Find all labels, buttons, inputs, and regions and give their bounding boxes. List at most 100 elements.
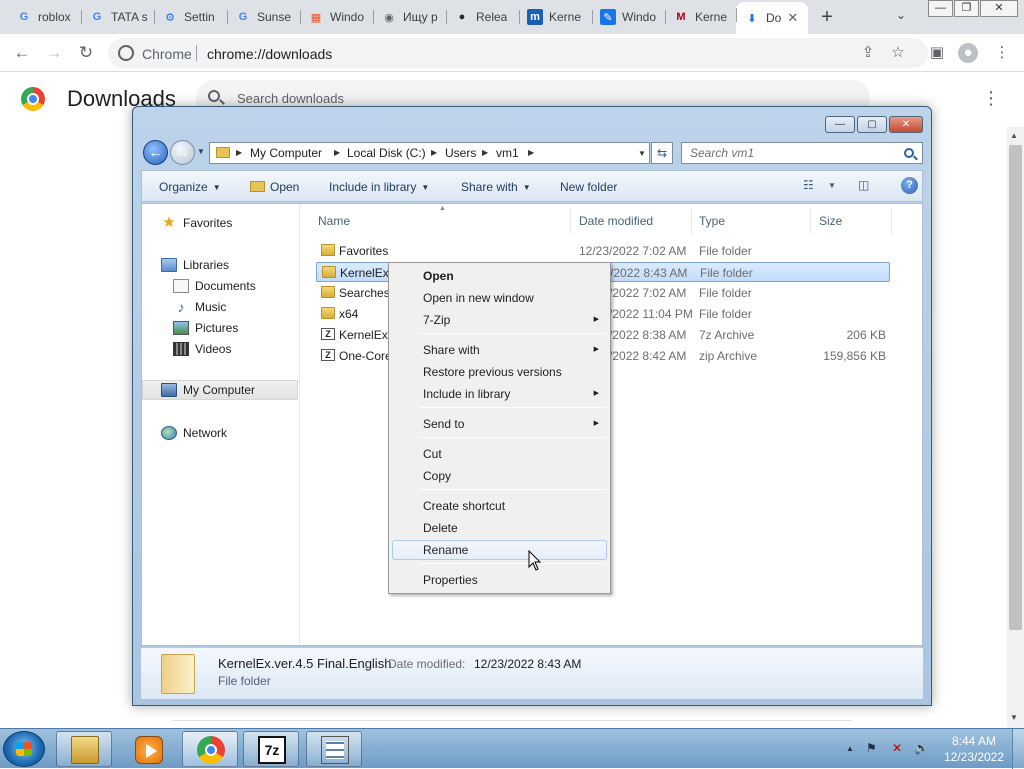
breadcrumb-chevron-icon[interactable]: ▶ (482, 148, 488, 157)
clock-time[interactable]: 8:44 AM (948, 734, 1000, 748)
tab-search-ru[interactable]: ◉ Ищу р (373, 4, 446, 30)
nav-my-computer[interactable]: My Computer (142, 380, 298, 400)
taskbar-media-player[interactable] (120, 731, 176, 767)
menu-item-open-new-window[interactable]: Open in new window (392, 288, 607, 308)
open-button[interactable]: Open (250, 180, 299, 194)
menu-item-copy[interactable]: Copy (392, 466, 607, 486)
column-divider[interactable] (691, 208, 692, 234)
show-desktop-button[interactable] (1012, 729, 1024, 769)
menu-item-send-to[interactable]: Send to ▶ (392, 414, 607, 434)
breadcrumb-chevron-icon[interactable]: ▶ (236, 148, 242, 157)
close-tab-icon[interactable]: ✕ (787, 10, 798, 26)
network-disconnected-icon[interactable]: ✕ (892, 741, 902, 755)
help-icon[interactable]: ? (901, 177, 918, 194)
tab-search-chevron-icon[interactable]: ⌄ (896, 8, 906, 22)
profile-avatar-icon[interactable]: ● (958, 43, 978, 63)
menu-item-create-shortcut[interactable]: Create shortcut (392, 496, 607, 516)
tab-sunset[interactable]: G Sunse (227, 4, 300, 30)
menu-item-include-in-library[interactable]: Include in library ▶ (392, 384, 607, 404)
new-folder-button[interactable]: New folder (560, 180, 617, 194)
share-with-button[interactable]: Share with ▼ (461, 180, 531, 194)
file-row[interactable]: Favorites 12/23/2022 7:02 AM File folder (316, 241, 890, 261)
menu-item-share-with[interactable]: Share with ▶ (392, 340, 607, 360)
preview-pane-icon[interactable]: ◫ (858, 178, 869, 192)
menu-item-restore-previous-versions[interactable]: Restore previous versions (392, 362, 607, 382)
column-header-type[interactable]: Type (699, 214, 725, 228)
tab-windows[interactable]: ▦ Windo (300, 4, 373, 30)
breadcrumb-local-disk[interactable]: Local Disk (C:) (347, 146, 426, 160)
address-history-chevron-icon[interactable]: ▼ (638, 149, 646, 158)
maximize-button[interactable]: ❐ (954, 0, 979, 17)
nav-network[interactable]: Network (161, 423, 227, 443)
scroll-down-icon[interactable]: ▼ (1010, 713, 1018, 722)
tab-roblox[interactable]: G roblox (8, 4, 81, 30)
refresh-icon[interactable]: ⇆ (651, 142, 673, 164)
explorer-address-bar[interactable]: ▶ My Computer ▶ Local Disk (C:) ▶ Users … (209, 142, 650, 164)
column-header-date[interactable]: Date modified (579, 214, 653, 228)
taskbar-notepad[interactable] (306, 731, 362, 767)
scrollbar-thumb[interactable] (1009, 145, 1022, 630)
menu-item-properties[interactable]: Properties (392, 570, 607, 590)
new-tab-button[interactable]: + (817, 7, 837, 27)
organize-button[interactable]: Organize ▼ (159, 180, 221, 194)
nav-favorites[interactable]: ★ Favorites (161, 213, 232, 233)
tab-kernel-1[interactable]: m Kerne (519, 4, 592, 30)
scroll-up-icon[interactable]: ▲ (1010, 131, 1018, 140)
address-url[interactable]: chrome://downloads (207, 46, 332, 62)
explorer-close-button[interactable]: ✕ (889, 116, 923, 133)
back-arrow-icon[interactable]: ← (143, 140, 168, 165)
menu-item-delete[interactable]: Delete (392, 518, 607, 538)
tab-settings[interactable]: ⚙ Settin (154, 4, 227, 30)
menu-item-7zip[interactable]: 7-Zip ▶ (392, 310, 607, 330)
minimize-button[interactable]: — (928, 0, 953, 17)
explorer-maximize-button[interactable]: ▢ (857, 116, 887, 133)
menu-item-cut[interactable]: Cut (392, 444, 607, 464)
show-hidden-icons-icon[interactable]: ▲ (846, 744, 854, 753)
more-actions-icon[interactable]: ⋮ (982, 89, 1000, 107)
include-in-library-button[interactable]: Include in library ▼ (329, 180, 429, 194)
tab-kernel-2[interactable]: M Kerne (665, 4, 738, 30)
share-icon[interactable]: ⇪ (858, 43, 878, 63)
taskbar-explorer[interactable] (56, 731, 112, 767)
action-center-flag-icon[interactable]: ⚑ (866, 741, 877, 755)
column-divider[interactable] (570, 208, 571, 234)
nav-music[interactable]: ♪ Music (173, 297, 227, 317)
back-button[interactable]: ← (11, 42, 33, 64)
taskbar-chrome[interactable] (182, 731, 238, 767)
column-header-size[interactable]: Size (819, 214, 842, 228)
tab-tata[interactable]: G TATA s (81, 4, 154, 30)
breadcrumb-chevron-icon[interactable]: ▶ (334, 148, 340, 157)
column-divider[interactable] (891, 208, 892, 234)
tab-windows-2[interactable]: ✎ Windo (592, 4, 665, 30)
column-divider[interactable] (810, 208, 811, 234)
nav-documents[interactable]: Documents (173, 276, 256, 296)
change-view-icon[interactable]: ☷ (803, 178, 814, 192)
tab-downloads[interactable]: ⬇ Do ✕ (736, 2, 808, 34)
forward-arrow-icon[interactable]: → (170, 140, 195, 165)
chrome-menu-icon[interactable]: ⋮ (992, 43, 1012, 63)
nav-videos[interactable]: Videos (173, 339, 231, 359)
breadcrumb-users[interactable]: Users (445, 146, 476, 160)
explorer-minimize-button[interactable]: — (825, 116, 855, 133)
taskbar-7zip[interactable]: 7z (243, 731, 299, 767)
reload-button[interactable]: ↻ (75, 42, 97, 64)
breadcrumb-vm1[interactable]: vm1 (496, 146, 519, 160)
forward-button[interactable]: → (43, 42, 65, 64)
address-bar[interactable]: Chrome chrome://downloads ⇪ ☆ (108, 38, 928, 68)
close-window-button[interactable]: ✕ (980, 0, 1018, 17)
menu-item-open[interactable]: Open (392, 266, 607, 286)
start-button[interactable] (3, 731, 45, 767)
explorer-search-input[interactable]: Search vm1 (681, 142, 923, 164)
tab-releases[interactable]: ● Relea (446, 4, 519, 30)
volume-icon[interactable]: 🔈 (914, 741, 929, 755)
breadcrumb-chevron-icon[interactable]: ▶ (431, 148, 437, 157)
breadcrumb-my-computer[interactable]: My Computer (250, 146, 322, 160)
column-header-name[interactable]: Name (318, 214, 350, 228)
side-panel-icon[interactable]: ▣ (927, 43, 947, 63)
breadcrumb-chevron-icon[interactable]: ▶ (528, 148, 534, 157)
clock-date[interactable]: 12/23/2022 (940, 750, 1008, 764)
more-options-chevron-icon[interactable]: ▼ (828, 181, 836, 190)
nav-libraries[interactable]: Libraries (161, 255, 229, 275)
menu-item-rename[interactable]: Rename (392, 540, 607, 560)
bookmark-star-icon[interactable]: ☆ (888, 43, 908, 63)
